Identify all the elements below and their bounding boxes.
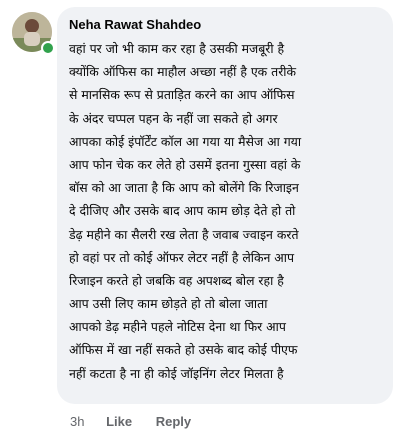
- comment-line: आपका कोई इंपॉर्टेंट कॉल आ गया या मैसेज आ…: [69, 133, 302, 149]
- comment-author-name[interactable]: Neha Rawat Shahdeo: [69, 16, 381, 34]
- comment-line: आप उसी लिए काम छोड़ते हो तो बोला जाता: [69, 296, 268, 312]
- comment-line: आपको डेढ़ महीने पहले नोटिस देना था फिर आ…: [69, 319, 286, 335]
- comment-line: दे दीजिए और उसके बाद आप काम छोड़ देते हो…: [69, 203, 296, 219]
- comment-line: वहां पर जो भी काम कर रहा है उसकी मजबूरी …: [69, 41, 285, 56]
- comment-line: रिजाइन करते हो जबकि वह अपशब्द बोल रहा है: [69, 272, 284, 288]
- comment-line: बॉस को आ जाता है कि आप को बोलेंगे कि रिज…: [69, 180, 299, 196]
- reply-button[interactable]: Reply: [156, 413, 191, 431]
- like-button[interactable]: Like: [106, 413, 132, 431]
- comment-line: हो वहां पर तो कोई ऑफर लेटर नहीं है लेकिन…: [69, 249, 294, 265]
- comment-line: डेढ़ महीने का सैलरी रख लेता है जवाब ज्वा…: [69, 226, 299, 242]
- comment-line: ऑफिस में खा नहीं सकते हो उसके बाद कोई पी…: [69, 342, 298, 358]
- comment-line: आप फोन चेक कर लेते हो उसमें इतना गुस्सा …: [69, 156, 301, 172]
- comment-text: वहां पर जो भी काम कर रहा है उसकी मजबूरी …: [69, 37, 381, 385]
- online-status-indicator: [41, 41, 55, 55]
- comment-line: नहीं कटता है ना ही कोई जॉइनिंग लेटर मिलत…: [69, 365, 284, 381]
- comment-line: के अंदर चप्पल पहन के नहीं जा सकते हो अगर: [69, 110, 278, 126]
- comment-timestamp[interactable]: 3h: [70, 413, 84, 431]
- comment-actions: 3h Like Reply: [70, 413, 191, 431]
- comment-line: से मानसिक रूप से प्रताड़ित करने का आप ऑफ…: [69, 87, 295, 103]
- comment-line: क्योंकि ऑफिस का माहौल अच्छा नहीं है एक त…: [69, 64, 296, 80]
- comment-bubble: Neha Rawat Shahdeo वहां पर जो भी काम कर …: [57, 7, 393, 404]
